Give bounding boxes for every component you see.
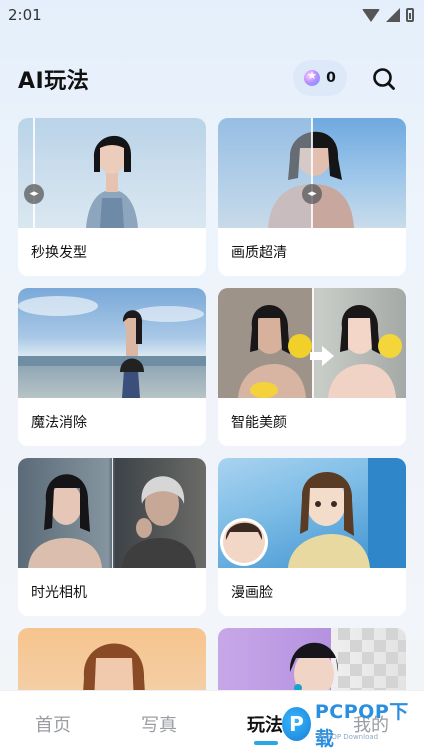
card-label: 智能美颜 — [231, 415, 287, 431]
points-value: 0 — [326, 70, 336, 86]
watermark-logo-icon: P — [282, 707, 311, 741]
card-label: 漫画脸 — [231, 585, 273, 601]
compare-handle-icon[interactable]: ◂▸ — [24, 184, 44, 204]
battery-icon — [406, 8, 414, 22]
search-button[interactable] — [370, 65, 398, 93]
signal-icon — [386, 8, 400, 22]
card-hd-enhance[interactable]: ◂▸ 画质超清 — [218, 118, 406, 276]
card-hairstyle-image: ◂▸ — [18, 118, 206, 228]
card-label: 魔法消除 — [31, 415, 87, 431]
status-bar: 2:01 — [0, 0, 424, 30]
compare-divider[interactable] — [33, 118, 35, 228]
header: AI玩法 0 — [0, 58, 424, 100]
status-time: 2:01 — [8, 6, 42, 24]
search-icon — [373, 68, 395, 90]
feature-grid: ◂▸ 秒换发型 ◂▸ 画质超清 魔法消除 智能美颜 时光相机 漫画脸 — [18, 118, 406, 708]
watermark: P PCPOP下载 PCPOP Download — [282, 701, 424, 750]
nav-active-indicator — [254, 741, 278, 745]
card-magic-eraser-image — [18, 288, 206, 398]
compare-divider — [312, 288, 314, 398]
card-hd-enhance-image: ◂▸ — [218, 118, 406, 228]
card-anime-face-image — [218, 458, 406, 568]
card-time-camera[interactable]: 时光相机 — [18, 458, 206, 616]
card-label: 时光相机 — [31, 585, 87, 601]
compare-divider[interactable] — [311, 118, 313, 228]
nav-portrait[interactable]: 写真 — [141, 711, 177, 737]
wifi-icon — [362, 8, 380, 22]
watermark-text: PCPOP下载 — [314, 701, 409, 750]
card-smart-beauty-image — [218, 288, 406, 398]
compare-divider — [112, 458, 113, 568]
card-anime-face[interactable]: 漫画脸 — [218, 458, 406, 616]
card-label: 画质超清 — [231, 245, 287, 261]
compare-handle-icon[interactable]: ◂▸ — [302, 184, 322, 204]
coin-star-icon — [304, 69, 321, 86]
card-magic-eraser[interactable]: 魔法消除 — [18, 288, 206, 446]
card-hairstyle[interactable]: ◂▸ 秒换发型 — [18, 118, 206, 276]
page-title: AI玩法 — [18, 69, 90, 94]
card-time-camera-image — [18, 458, 206, 568]
points-badge[interactable]: 0 — [293, 60, 347, 96]
nav-play[interactable]: 玩法 — [247, 711, 283, 737]
card-smart-beauty[interactable]: 智能美颜 — [218, 288, 406, 446]
nav-home[interactable]: 首页 — [35, 711, 71, 737]
card-label: 秒换发型 — [31, 245, 87, 261]
watermark-subtext: PCPOP Download — [318, 733, 379, 741]
status-icons — [362, 8, 414, 22]
